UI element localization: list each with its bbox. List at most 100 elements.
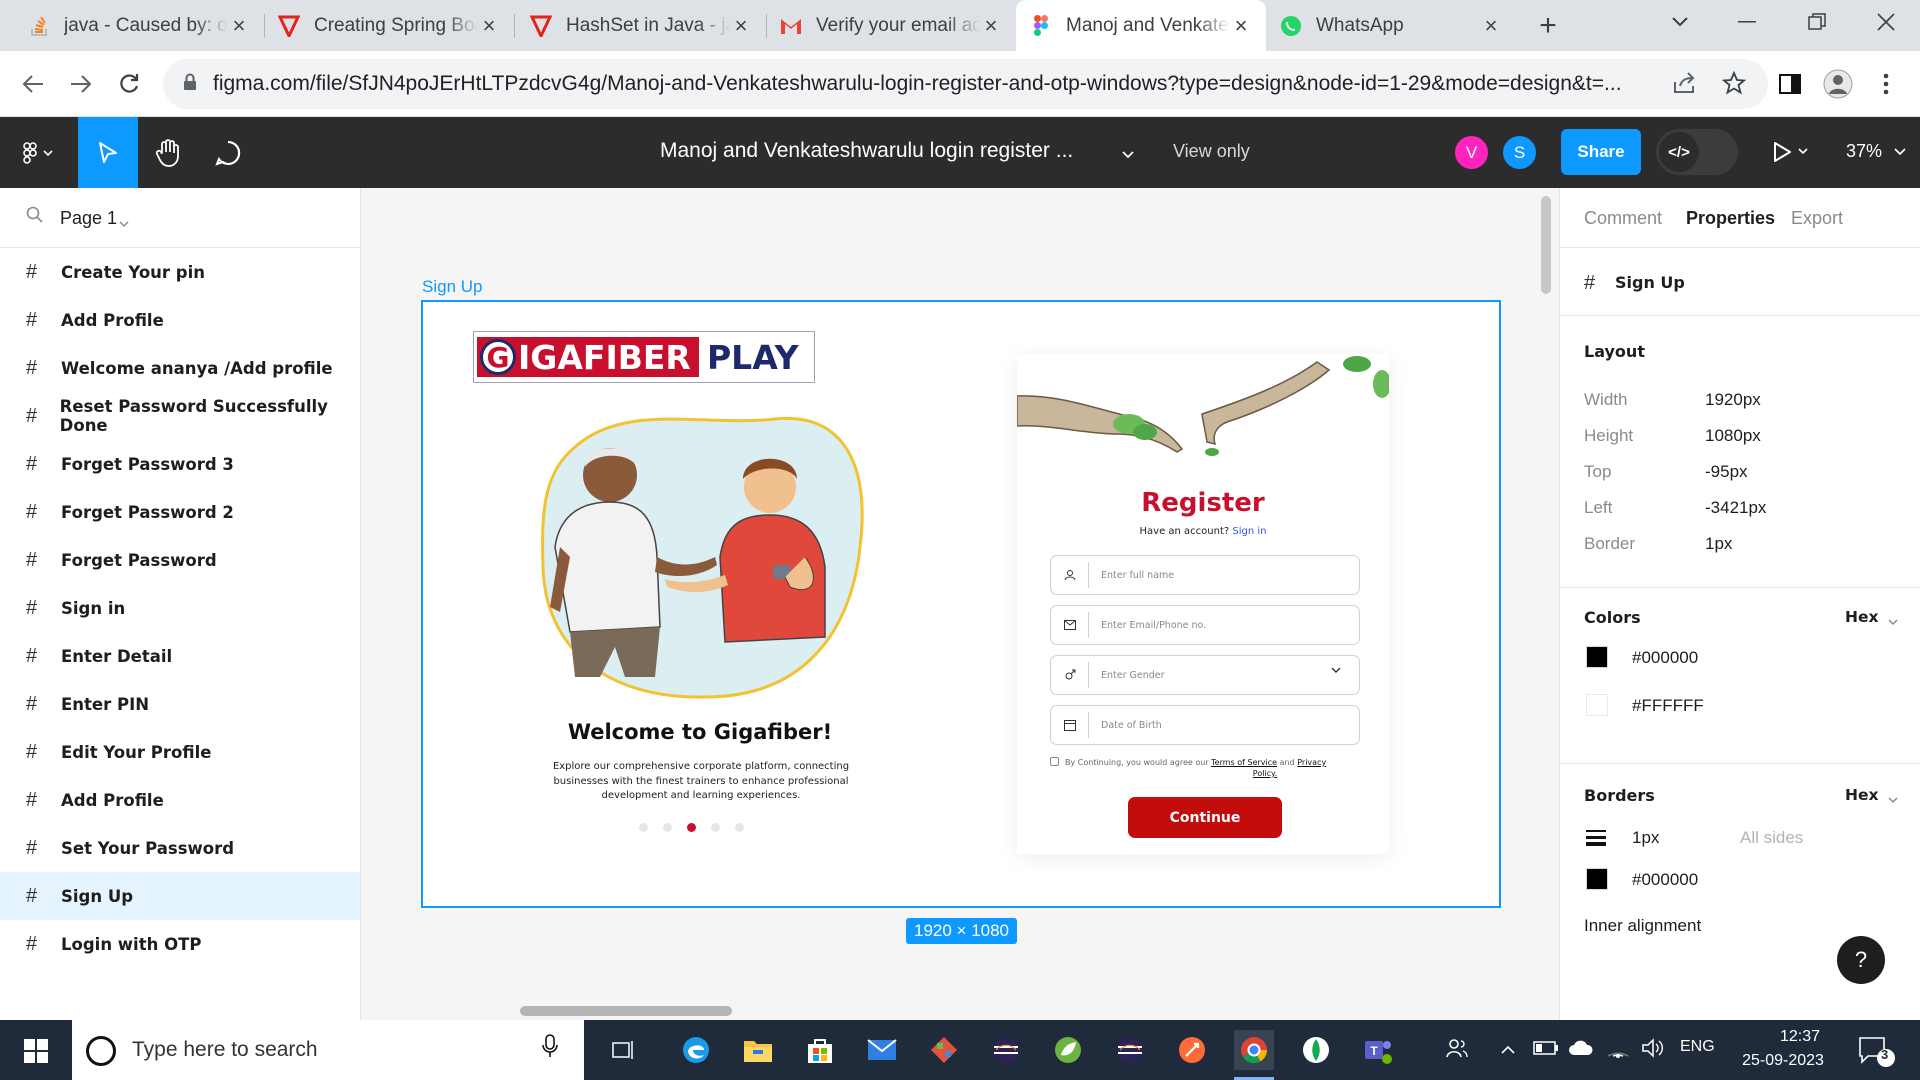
figma-main-menu-icon[interactable] [10,117,68,188]
terms-link[interactable]: Terms of Service [1211,758,1277,767]
cortana-icon[interactable] [86,1036,116,1066]
move-tool-icon[interactable] [78,117,138,188]
register-field[interactable]: Date of Birth [1050,705,1360,745]
layer-item[interactable]: # Forget Password 2 [0,488,360,536]
layer-name[interactable]: Forget Password 2 [61,503,234,522]
profile-avatar[interactable] [1818,64,1858,104]
layer-item[interactable]: # Add Profile [0,776,360,824]
layout-value[interactable]: 1080px [1705,426,1761,446]
layer-item[interactable]: # Reset Password Successfully Done [0,392,360,440]
layer-item[interactable]: # Add Profile [0,296,360,344]
browser-menu-icon[interactable] [1866,64,1906,104]
eclipse-icon[interactable] [1110,1030,1150,1070]
layer-name[interactable]: Add Profile [61,311,164,330]
close-window-icon[interactable] [1866,2,1906,42]
border-color-hex[interactable]: #000000 [1632,870,1698,890]
taskbar-search[interactable]: Type here to search [72,1020,584,1080]
chevron-down-icon[interactable] [118,216,130,234]
register-field[interactable]: Enter Gender [1050,655,1360,695]
layer-name[interactable]: Login with OTP [61,935,201,954]
avatar[interactable]: V [1455,136,1488,169]
layout-value[interactable]: 1920px [1705,390,1761,410]
share-button[interactable]: Share [1561,129,1641,175]
close-tab-icon[interactable]: × [980,13,1002,39]
search-icon[interactable] [26,206,44,229]
close-tab-icon[interactable]: × [478,13,500,39]
zoom-level[interactable]: 37% [1846,141,1907,162]
layer-item[interactable]: # Set Your Password [0,824,360,872]
privacy-link[interactable]: Privacy [1297,758,1326,767]
layout-value[interactable]: 1px [1705,534,1732,554]
file-menu-chevron-icon[interactable] [1121,147,1135,165]
border-width[interactable]: 1px [1632,828,1659,848]
people-icon[interactable] [1445,1036,1469,1065]
mongodb-compass-icon[interactable] [1296,1030,1336,1070]
page-selector[interactable]: Page 1 [0,188,361,248]
wifi-icon[interactable] [1606,1038,1630,1063]
microphone-icon[interactable] [542,1034,558,1064]
file-title[interactable]: Manoj and Venkateshwarulu login register… [660,139,1073,163]
layer-name[interactable]: Create Your pin [61,263,205,282]
layer-item[interactable]: # Forget Password 3 [0,440,360,488]
layer-name[interactable]: Edit Your Profile [61,743,211,762]
color-hex[interactable]: #000000 [1632,648,1698,668]
color-hex[interactable]: #FFFFFF [1632,696,1704,716]
onedrive-cloud-icon[interactable] [1568,1040,1594,1061]
browser-tab[interactable]: HashSet in Java - javatpoint× [516,0,766,51]
search-placeholder[interactable]: Type here to search [132,1038,318,1062]
layer-item[interactable]: # Enter Detail [0,632,360,680]
tab-title[interactable]: Creating Spring Boot Application [314,15,478,37]
color-swatch-white[interactable] [1586,694,1608,716]
layer-name[interactable]: Reset Password Successfully Done [60,397,360,435]
color-swatch-black[interactable] [1586,646,1608,668]
layer-item[interactable]: # Sign Up [0,872,360,920]
continue-button[interactable]: Continue [1128,797,1282,838]
layer-name[interactable]: Forget Password [61,551,217,570]
layer-item[interactable]: # Create Your pin [0,248,360,296]
layer-name[interactable]: Welcome ananya /Add profile [61,359,333,378]
back-icon[interactable] [13,64,53,104]
browser-tab[interactable]: Manoj and Venkateshwarulu× [1016,0,1266,51]
url-text[interactable]: figma.com/file/SfJN4poJErHtLTPzdcvG4g/Ma… [213,72,1643,96]
volume-icon[interactable] [1641,1038,1665,1063]
carousel-dot[interactable] [735,823,744,832]
tab-search-icon[interactable] [1660,2,1700,42]
sign-in-link[interactable]: Sign in [1232,526,1266,537]
windows-start-icon[interactable] [14,1031,58,1071]
file-explorer-icon[interactable] [738,1030,778,1070]
carousel-dot[interactable] [711,823,720,832]
bookmark-star-icon[interactable] [1721,70,1747,100]
layer-item[interactable]: # Edit Your Profile [0,728,360,776]
layer-name[interactable]: Sign Up [61,887,133,906]
layer-name[interactable]: Enter PIN [61,695,149,714]
horizontal-scrollbar[interactable] [520,1006,732,1016]
comment-tool-icon[interactable] [198,117,258,188]
present-play-icon[interactable] [1773,141,1813,168]
restore-icon[interactable] [1797,2,1837,42]
consent-checkbox[interactable] [1050,757,1059,766]
field-placeholder[interactable]: Date of Birth [1101,720,1162,731]
browser-tab[interactable]: Verify your email address× [766,0,1016,51]
layer-name[interactable]: Enter Detail [61,647,172,666]
help-button[interactable]: ? [1837,936,1885,984]
tab-title[interactable]: Manoj and Venkateshwarulu [1066,15,1230,37]
address-bar[interactable]: figma.com/file/SfJN4poJErHtLTPzdcvG4g/Ma… [163,59,1768,109]
selected-frame[interactable]: G IGAFIBER PLAY Welcome to Gigafiber! Ex… [421,300,1501,908]
browser-tab[interactable]: java - Caused by: org.springframework× [14,0,264,51]
border-color-swatch[interactable] [1586,868,1608,890]
browser-tab[interactable]: Creating Spring Boot Application× [264,0,514,51]
tab-comment[interactable]: Comment [1584,208,1662,229]
chevron-down-icon[interactable] [1887,614,1899,632]
vertical-scrollbar[interactable] [1541,196,1551,294]
chevron-down-icon[interactable] [1887,792,1899,810]
tray-chevron-up-icon[interactable] [1500,1042,1516,1060]
tab-title[interactable]: Verify your email address [816,15,980,37]
carousel-dot[interactable] [687,823,696,832]
close-tab-icon[interactable]: × [730,13,752,39]
language-indicator[interactable]: ENG [1680,1038,1715,1056]
layer-name[interactable]: Set Your Password [61,839,234,858]
notification-center-icon[interactable]: 3 [1856,1032,1896,1068]
mail-icon[interactable] [862,1030,902,1070]
frame-label[interactable]: Sign Up [422,277,482,297]
new-tab-button[interactable]: + [1528,6,1568,46]
